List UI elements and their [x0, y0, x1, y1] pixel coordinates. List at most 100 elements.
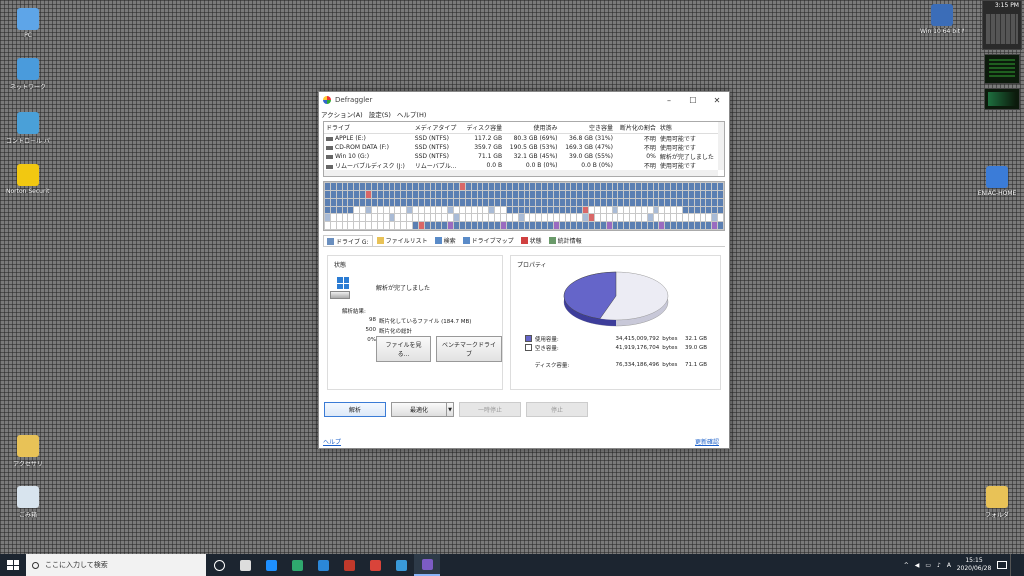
taskbar-edge-icon[interactable] [284, 554, 310, 576]
cluster-block [577, 222, 583, 229]
volume-icon[interactable]: ♪ [937, 562, 941, 569]
taskbar-defraggler-icon[interactable] [414, 554, 440, 576]
desktop-icon-image [17, 58, 39, 80]
column-header[interactable]: メディアタイプ [412, 122, 462, 134]
drive-list-horizontal-scrollbar[interactable] [324, 170, 718, 176]
tab-drive[interactable]: ドライブ G: [323, 235, 373, 246]
help-link[interactable]: ヘルプ [323, 437, 341, 446]
drive-cell: APPLE (E:) [324, 134, 413, 144]
menu-settings[interactable]: 設定(S) [369, 109, 391, 119]
cluster-block [336, 206, 342, 214]
desktop-icon[interactable]: ごみ箱 [6, 486, 50, 519]
cluster-block [395, 183, 401, 190]
tab-drive-map[interactable]: ドライブマップ [460, 235, 517, 246]
cluster-block [589, 198, 594, 206]
desktop-icon[interactable]: Win 10 64 bit Mar 2020 [920, 4, 964, 35]
result-value: 0% [367, 337, 376, 343]
notification-icon[interactable] [997, 561, 1007, 569]
close-button[interactable]: ✕ [705, 96, 729, 105]
cluster-block [712, 190, 718, 198]
column-header[interactable]: 断片化の割合 [614, 122, 658, 134]
drive-row[interactable]: APPLE (E:) SSD (NTFS) 117.2 GB 80.3 GB (69%… [324, 134, 720, 144]
network-icon[interactable]: ▭ [925, 562, 931, 569]
desktop-icon[interactable]: コントロール パネル [6, 112, 50, 145]
check-updates-link[interactable]: 更新確認 [695, 437, 719, 446]
taskbar-cortana-icon[interactable] [206, 554, 232, 576]
cluster-block [542, 214, 547, 222]
column-header[interactable]: 使用済み [504, 122, 560, 134]
taskbar-store-icon[interactable] [388, 554, 414, 576]
tray-back-icon[interactable]: ◀ [915, 562, 920, 569]
analyze-button[interactable]: 解析 [324, 402, 386, 417]
ime-icon[interactable]: A [947, 562, 951, 569]
tray-overflow-icon[interactable]: ^ [904, 562, 909, 569]
cluster-block [336, 190, 342, 198]
desktop-icon[interactable]: アクセサリ [6, 435, 50, 468]
cluster-block [407, 198, 412, 206]
tab-status[interactable]: 状態 [518, 235, 545, 246]
drive-row[interactable]: CD-ROM DATA (F:) SSD (NTFS) 359.7 GB 190.5 … [324, 143, 720, 152]
cluster-block [612, 206, 618, 214]
taskbar-ie-icon[interactable] [258, 554, 284, 576]
show-desktop-button[interactable] [1010, 554, 1024, 576]
drive-list-vertical-scrollbar[interactable] [718, 122, 724, 170]
column-header[interactable]: ディスク容量 [461, 122, 505, 134]
drive-list: ドライブ メディアタイプ ディスク容量 使用済み 空き容量 断片化の割合 状態 APPLE … [323, 121, 725, 177]
benchmark-drive-button[interactable]: ベンチマークドライブ [435, 336, 502, 362]
cluster-block [589, 214, 594, 222]
taskbar-media-icon[interactable] [362, 554, 388, 576]
taskbar-mail-icon[interactable] [310, 554, 336, 576]
taskbar-norton-icon[interactable] [336, 554, 362, 576]
cluster-block [547, 183, 553, 190]
taskbar-clock[interactable]: 15:15 2020/06/28 [954, 557, 994, 573]
cluster-block [506, 222, 512, 229]
cluster-block [671, 206, 677, 214]
clock-widget: 3:15 PM [982, 0, 1022, 50]
cluster-block [501, 206, 506, 214]
cluster-block [542, 183, 547, 190]
stop-button[interactable]: 停止 [526, 402, 588, 417]
desktop-icon[interactable]: Norton Security [6, 164, 50, 195]
desktop-icon[interactable]: PC [6, 8, 50, 39]
defrag-button[interactable]: 最適化 [391, 402, 446, 417]
column-header[interactable]: 空き容量 [559, 122, 615, 134]
tab-file-list[interactable]: ファイルリスト [374, 235, 431, 246]
taskbar-task-view-icon[interactable] [232, 554, 258, 576]
column-header[interactable]: 状態 [657, 122, 720, 134]
desktop-icon[interactable]: ネットワーク [6, 58, 50, 91]
drive-cell: SSD (NTFS) [414, 144, 449, 151]
cluster-block [448, 222, 454, 229]
cluster-block [712, 206, 718, 214]
cluster-block [366, 198, 371, 206]
drive-cell: 0% [646, 153, 656, 160]
menu-help[interactable]: ヘルプ(H) [397, 109, 426, 119]
cluster-block [542, 190, 547, 198]
cluster-block [506, 190, 512, 198]
start-button[interactable] [0, 554, 26, 576]
maximize-button[interactable]: ☐ [681, 96, 705, 105]
tab-stats[interactable]: 統計情報 [546, 235, 585, 246]
desktop-icon[interactable]: フォルダ [975, 486, 1019, 519]
cluster-block [635, 206, 641, 214]
cluster-block [471, 222, 477, 229]
cluster-block [395, 190, 401, 198]
cluster-block [594, 222, 600, 229]
cluster-block [371, 206, 377, 214]
taskbar-search-box[interactable]: ここに入力して検索 [26, 554, 206, 576]
menu-action[interactable]: アクション(A) [321, 109, 363, 119]
defrag-dropdown-arrow-icon[interactable]: ▼ [446, 402, 454, 417]
tab-search[interactable]: 検索 [432, 235, 459, 246]
desktop-icon[interactable]: ENIAC-HOME [975, 166, 1019, 197]
drive-row[interactable]: Win 10 (G:) SSD (NTFS) 71.1 GB 32.1 GB (45%… [324, 152, 720, 161]
minimize-button[interactable]: – [657, 96, 681, 105]
drive-row[interactable]: リムーバブルディスク (J:) リムーバブル... 0.0 B 0.0 B (0%) 0… [324, 161, 720, 170]
column-header[interactable]: ドライブ [324, 122, 413, 134]
cluster-block [624, 214, 630, 222]
search-icon [434, 237, 442, 244]
view-files-button[interactable]: ファイルを見る... [376, 336, 431, 362]
stats-icon [548, 237, 556, 244]
cluster-block [518, 183, 524, 190]
pause-button[interactable]: 一時停止 [459, 402, 521, 417]
title-bar[interactable]: Defraggler – ☐ ✕ [319, 92, 729, 108]
cluster-block [524, 198, 530, 206]
